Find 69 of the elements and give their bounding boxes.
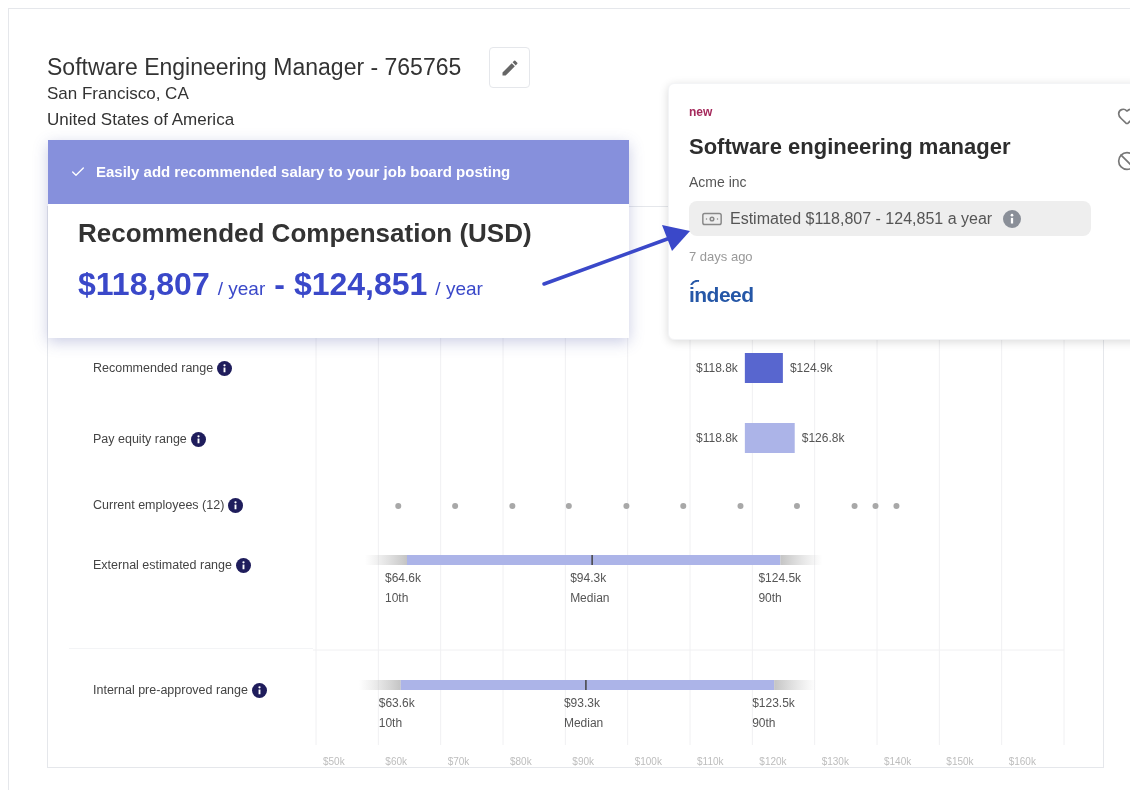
employee-dot <box>872 503 879 509</box>
axis-tick-label: $50k <box>323 756 345 767</box>
employee-dot <box>623 503 630 509</box>
employee-dot <box>793 503 800 509</box>
axis-tick-label: $60k <box>385 756 407 767</box>
salary-unit: / year <box>435 277 483 301</box>
axis-tick-label: $70k <box>447 756 470 767</box>
range-low-label: $118.8k <box>696 431 738 445</box>
employee-dot <box>565 503 572 509</box>
axis-tick-label: $130k <box>821 756 849 767</box>
median-mark <box>585 680 587 690</box>
edit-button[interactable] <box>489 47 531 88</box>
salary-low: $118,807 <box>78 265 210 304</box>
logo-arc-icon <box>690 279 700 285</box>
employee-dot <box>737 503 744 509</box>
post-title: Software engineering manager <box>689 133 1011 161</box>
info-icon[interactable] <box>190 431 206 447</box>
salary-high: $124,851 <box>293 265 428 304</box>
percentile-label: 10th <box>385 591 409 605</box>
posted-time: 7 days ago <box>689 248 753 266</box>
range-high-label: $126.8k <box>801 431 845 445</box>
axis-tick-label: $160k <box>1008 756 1036 767</box>
new-label: new <box>689 104 713 120</box>
info-icon[interactable] <box>235 557 251 573</box>
salary-separator: - <box>274 265 285 304</box>
axis-tick-label: $120k <box>759 756 787 767</box>
row-label: Internal pre-approved range <box>93 682 248 699</box>
row-label: Pay equity range <box>93 430 187 448</box>
axis-tick-label: $90k <box>572 756 594 767</box>
percentile-value: $64.6k <box>385 571 422 585</box>
info-icon[interactable] <box>228 497 244 513</box>
salary-unit: / year <box>217 277 266 301</box>
axis-tick-label: $150k <box>946 756 974 767</box>
percentile-label: 90th <box>752 716 776 730</box>
job-title: Software Engineering Manager - 765765 <box>47 53 462 81</box>
axis-tick-label: $100k <box>634 756 662 767</box>
job-country: United States of America <box>47 109 236 131</box>
percentile-value: $124.5k <box>758 571 802 585</box>
percentile-label: Median <box>570 591 610 605</box>
percentile-value: $123.5k <box>752 696 795 710</box>
employee-dot <box>893 503 900 509</box>
median-mark <box>591 555 593 565</box>
percentile-value: $94.3k <box>570 571 607 585</box>
employee-dot <box>452 503 459 509</box>
employee-dot <box>680 503 687 509</box>
row-label: Recommended range <box>93 359 214 377</box>
row-label: External estimated range <box>93 557 232 574</box>
employee-dot <box>395 503 402 509</box>
source-logo: indeed <box>689 284 754 305</box>
job-city: San Francisco, CA <box>47 83 190 105</box>
range-low-label: $118.8k <box>696 361 738 375</box>
axis-tick-label: $80k <box>510 756 532 767</box>
percentile-value: $93.3k <box>563 696 600 710</box>
info-icon[interactable] <box>217 360 233 376</box>
employee-dot <box>851 503 858 509</box>
employee-dot <box>509 503 516 509</box>
percentile-value: $63.6k <box>378 696 415 710</box>
salary-estimate: Estimated $118,807 - 124,851 a year <box>730 208 993 229</box>
percentile-label: 10th <box>378 716 403 730</box>
range-high-label: $124.9k <box>789 361 833 375</box>
info-icon[interactable] <box>251 682 267 698</box>
percentile-label: Median <box>563 716 604 730</box>
axis-tick-label: $110k <box>697 756 724 767</box>
compensation-heading: Recommended Compensation (USD) <box>78 217 533 250</box>
row-label: Current employees (12) <box>93 496 225 514</box>
axis-tick-label: $140k <box>884 756 912 767</box>
company-name: Acme inc <box>689 173 747 192</box>
banner-text: Easily add recommended salary to your job board posting <box>96 161 511 182</box>
percentile-label: 90th <box>758 591 782 605</box>
